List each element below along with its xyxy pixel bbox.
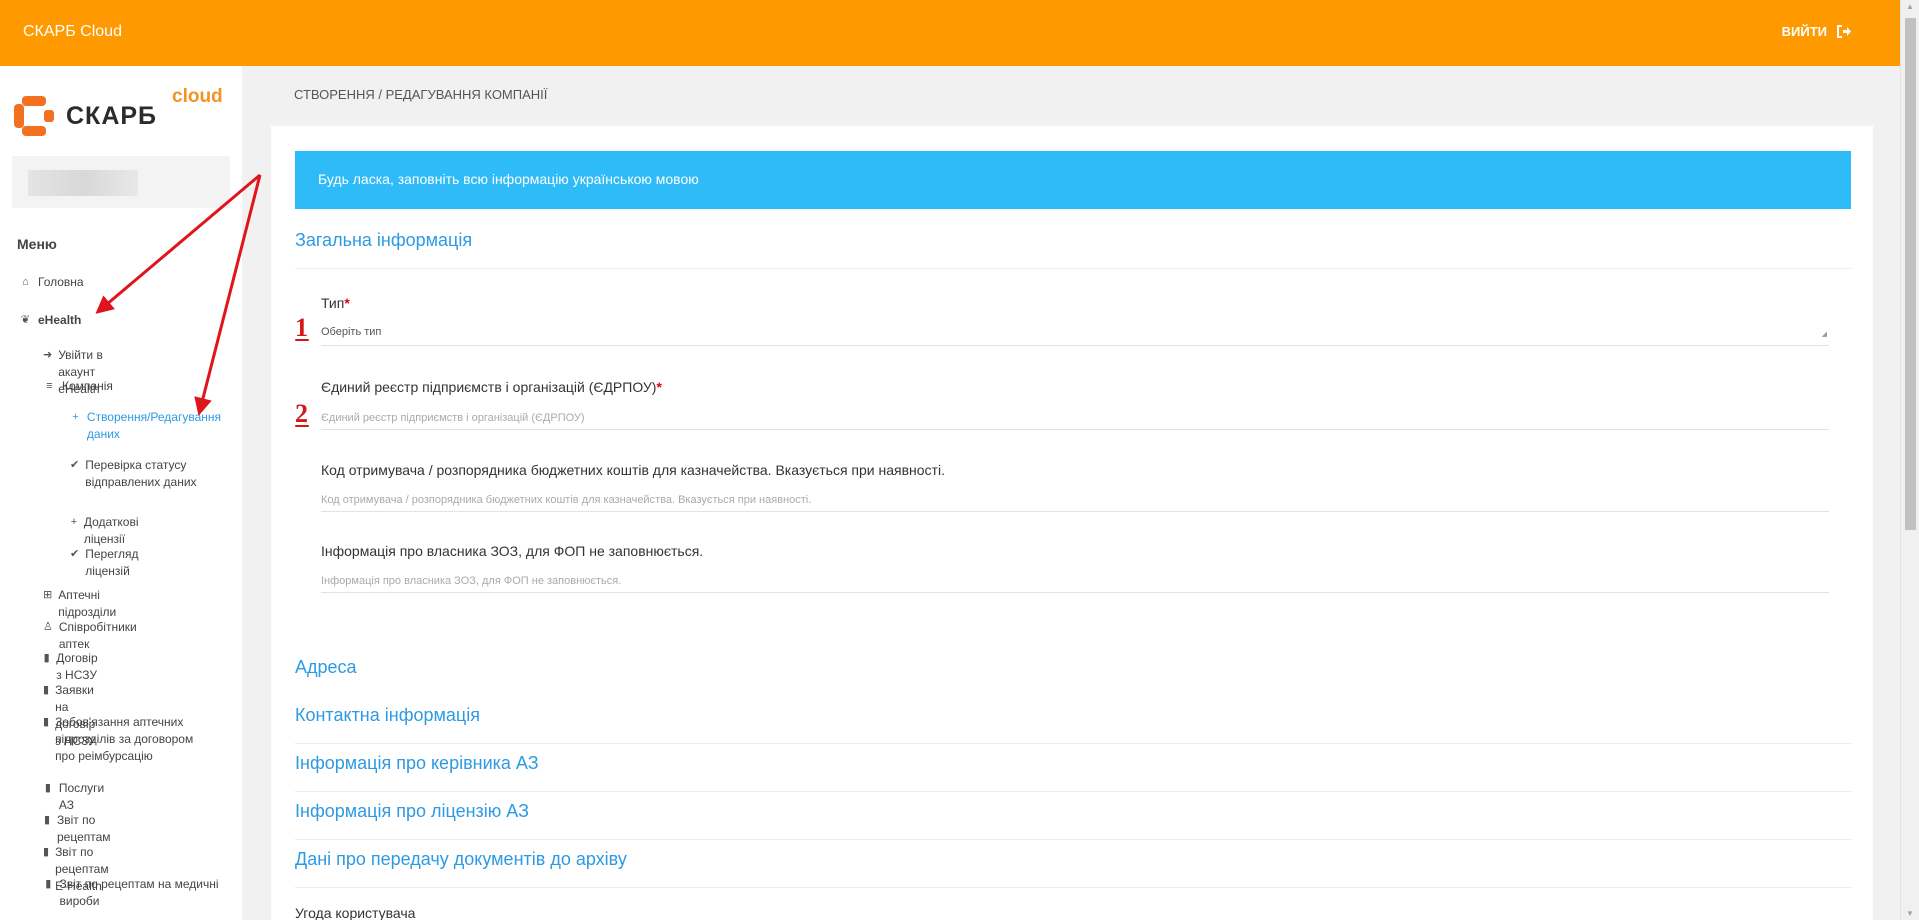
check-icon: ✔ [70, 459, 80, 471]
scroll-up-icon[interactable]: ▲ [1906, 2, 1914, 11]
sidebar-item-label: Співробітники аптек [58, 620, 137, 651]
sidebar-item-label: Додаткові ліцензії [83, 515, 139, 546]
logout-label: ВИЙТИ [1781, 24, 1827, 39]
divider [295, 839, 1851, 840]
divider [295, 887, 1851, 888]
divider [295, 268, 1851, 269]
sidebar-item-prescription-report[interactable]: ▮ Звіт по рецептам [43, 812, 116, 846]
divider [295, 791, 1851, 792]
file-icon: ▮ [45, 878, 52, 890]
sidebar-item-label: Зобов'язання аптечних підрозділів за дог… [55, 715, 194, 763]
plus-square-icon: ⊞ [43, 589, 53, 601]
sidebar-item-label: Звіт по рецептам на медичні вироби [59, 877, 219, 908]
section-general-info[interactable]: Загальна інформація [295, 230, 472, 251]
check-icon: ✔ [70, 548, 80, 560]
sidebar-item-extra-licenses[interactable]: + Додаткові ліцензії [70, 514, 144, 548]
type-select[interactable]: Оберіть тип ◢ [321, 322, 1829, 346]
type-label-text: Тип [321, 295, 345, 311]
database-icon: ≡ [46, 380, 53, 392]
section-head-info[interactable]: Інформація про керівника АЗ [295, 753, 539, 774]
sidebar-item-status-check[interactable]: ✔ Перевірка статусу відправлених даних [70, 457, 230, 491]
logo-mark-icon [14, 96, 54, 136]
required-mark: * [656, 379, 662, 395]
sidebar-item-az-services[interactable]: ▮ Послуги АЗ [43, 780, 107, 814]
logout-button[interactable]: ВИЙТИ [1782, 24, 1852, 39]
page-scrollbar[interactable]: ▲ ▼ [1900, 0, 1919, 920]
annotation-number-one: 1 [295, 313, 309, 343]
section-archive-transfer[interactable]: Дані про передачу документів до архіву [295, 849, 627, 870]
annotation-number-text: 1 [295, 313, 308, 342]
resize-grip-icon: ◢ [1821, 331, 1827, 338]
skarb-logo[interactable]: СКАРБ cloud [12, 86, 223, 140]
plus-icon: + [72, 411, 79, 423]
user-agreement-label: Угода користувача [295, 905, 416, 920]
edrpou-label: Єдиний реєстр підприємств і організацій … [321, 379, 662, 395]
sidebar-item-label: Договір з НСЗУ [56, 651, 98, 682]
sidebar: СКАРБ cloud Меню ⌂ Головна ❦ eHealth ➜ У… [0, 66, 242, 920]
sidebar-item-label: Перегляд ліцензій [85, 547, 139, 578]
annotation-number-two: 2 [295, 399, 309, 429]
logo-word: СКАРБ [66, 101, 158, 130]
file-icon: ▮ [43, 716, 50, 728]
sidebar-item-label: eHealth [38, 313, 82, 327]
annotation-underline [295, 425, 309, 427]
sidebar-item-ehealth[interactable]: ❦ eHealth [19, 312, 81, 329]
annotation-number-text: 2 [295, 399, 308, 428]
sidebar-item-obligations[interactable]: ▮ Зобов'язання аптечних підрозділів за д… [43, 714, 213, 765]
file-icon: ▮ [43, 814, 51, 826]
sidebar-item-label: Головна [38, 275, 84, 289]
section-license-info[interactable]: Інформація про ліцензію АЗ [295, 801, 529, 822]
section-contact-info[interactable]: Контактна інформація [295, 705, 480, 726]
sidebar-item-create-edit[interactable]: + Створення/Редагування даних [70, 409, 230, 443]
sidebar-item-label: Створення/Редагування даних [86, 410, 222, 441]
divider [295, 743, 1851, 744]
file-icon: ▮ [44, 782, 51, 794]
home-icon: ⌂ [22, 276, 29, 288]
sign-out-icon [1837, 25, 1851, 38]
owner-info-input[interactable] [321, 569, 1829, 593]
edrpou-input[interactable] [321, 406, 1829, 430]
sidebar-item-label: Звіт по рецептам [57, 813, 111, 844]
breadcrumb: СТВОРЕННЯ / РЕДАГУВАННЯ КОМПАНІЇ [294, 87, 548, 102]
sidebar-item-label: Перевірка статусу відправлених даних [85, 458, 197, 489]
file-icon: ▮ [43, 652, 50, 664]
info-alert: Будь ласка, заповніть всю інформацію укр… [295, 151, 1851, 209]
leaf-icon: ❦ [20, 314, 31, 326]
file-icon: ▮ [43, 846, 50, 858]
owner-info-label: Інформація про власника ЗОЗ, для ФОП не … [321, 543, 704, 559]
scroll-thumb[interactable] [1905, 18, 1916, 530]
sidebar-item-pharmacy-staff[interactable]: ♙ Співробітники аптек [43, 619, 140, 653]
required-mark: * [344, 295, 350, 311]
scroll-down-icon[interactable]: ▼ [1906, 909, 1914, 918]
blurred-username [28, 170, 138, 196]
file-icon: ▮ [43, 684, 50, 696]
top-bar: СКАРБ Cloud ВИЙТИ [0, 0, 1900, 66]
sidebar-item-label: Компанія [62, 379, 113, 393]
sign-in-icon: ➜ [43, 349, 53, 361]
treasury-code-label: Код отримувача / розпорядника бюджетних … [321, 462, 945, 478]
plus-icon: + [70, 516, 78, 528]
app-title: СКАРБ Cloud [23, 23, 122, 40]
edrpou-label-text: Єдиний реєстр підприємств і організацій … [321, 379, 657, 395]
user-box [12, 156, 230, 208]
logo-cloud: cloud [172, 86, 223, 107]
treasury-code-input[interactable] [321, 488, 1829, 512]
company-form-card: Будь ласка, заповніть всю інформацію укр… [271, 126, 1873, 920]
sidebar-item-label: Аптечні підрозділи [58, 588, 117, 619]
sidebar-item-company[interactable]: ≡ Компанія [43, 378, 113, 395]
sidebar-item-nszu-contract[interactable]: ▮ Договір з НСЗУ [43, 650, 103, 684]
type-select-value: Оберіть тип [321, 326, 382, 338]
sidebar-item-home[interactable]: ⌂ Головна [19, 274, 84, 291]
sidebar-item-view-licenses[interactable]: ✔ Перегляд ліцензій [70, 546, 142, 580]
type-label: Тип* [321, 295, 350, 311]
menu-title: Меню [17, 236, 57, 252]
sidebar-item-pharmacy-units[interactable]: ⊞ Аптечні підрозділи [43, 587, 120, 621]
sidebar-item-medical-devices-report[interactable]: ▮ Звіт по рецептам на медичні вироби [43, 876, 223, 910]
annotation-underline [295, 339, 309, 341]
section-address[interactable]: Адреса [295, 657, 357, 678]
user-md-icon: ♙ [43, 621, 53, 633]
sidebar-item-label: Послуги АЗ [58, 781, 105, 812]
